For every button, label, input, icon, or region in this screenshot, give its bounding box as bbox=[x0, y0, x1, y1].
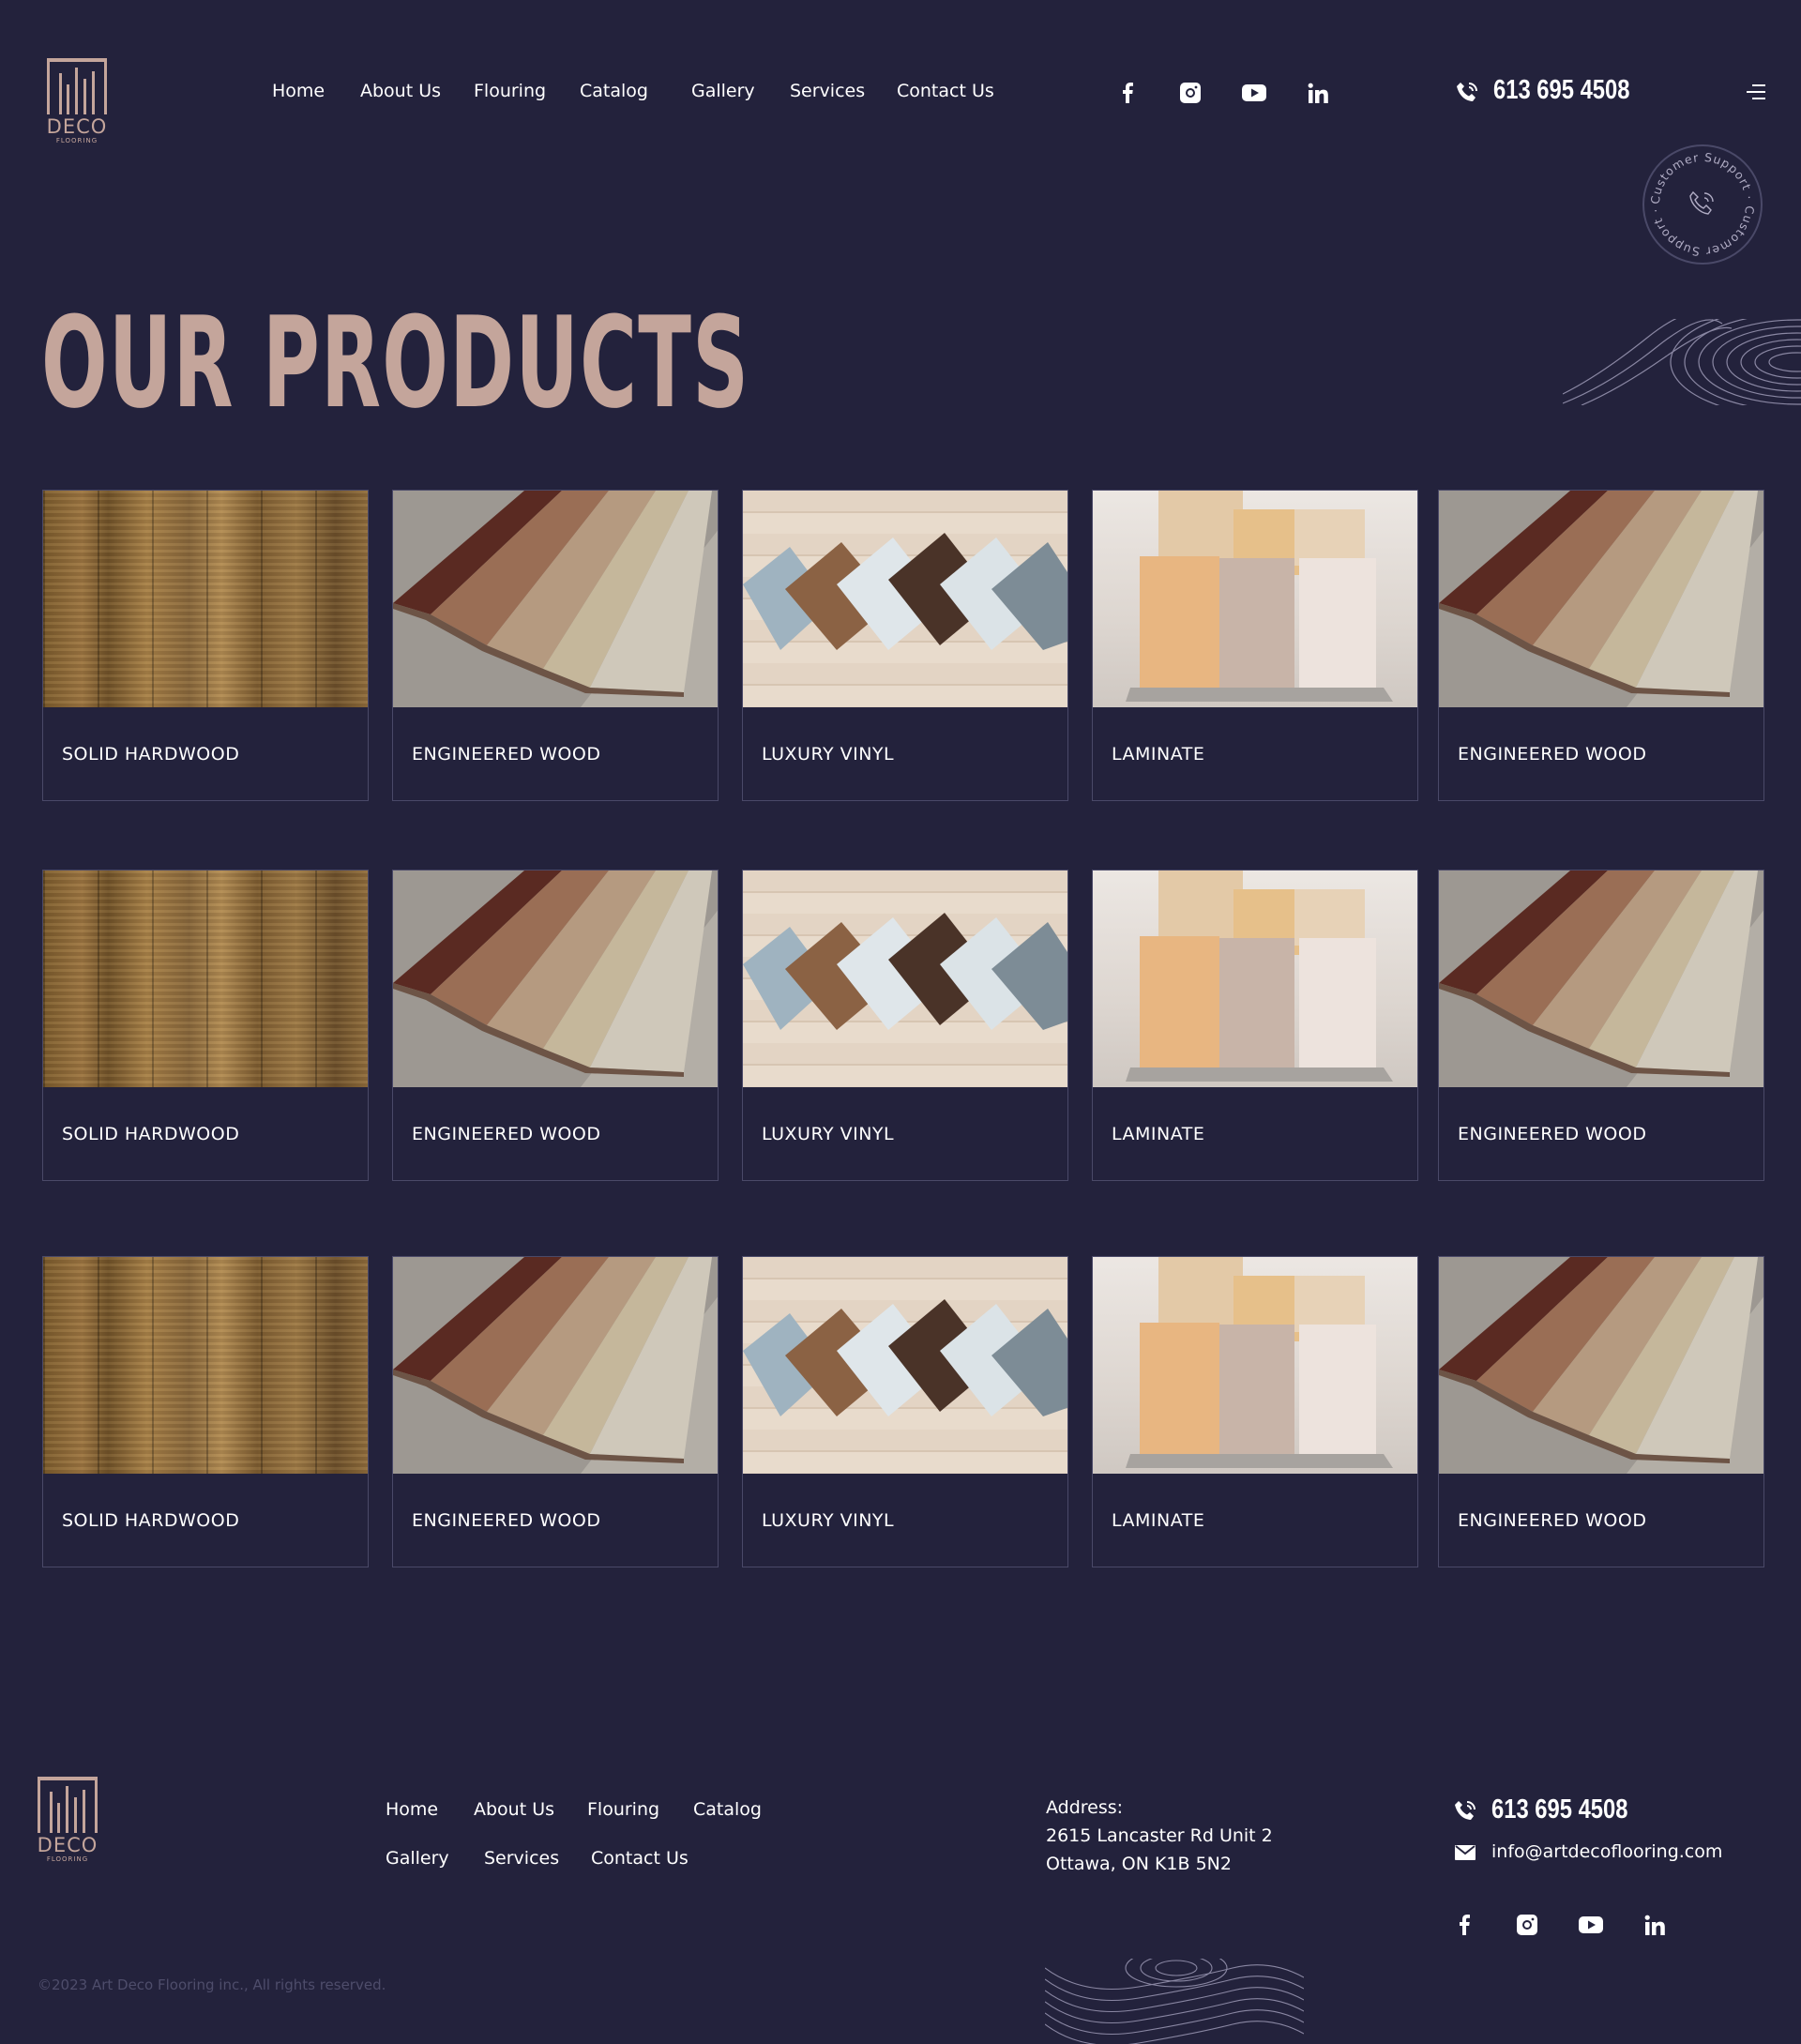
nav-catalog[interactable]: Catalog bbox=[580, 81, 648, 101]
address-label: Address: bbox=[1046, 1797, 1124, 1818]
product-image-engineered-wood bbox=[1439, 871, 1763, 1087]
footer-wood-grain-decoration bbox=[1045, 1959, 1304, 2044]
facebook-icon[interactable] bbox=[1114, 80, 1141, 106]
footer-logo[interactable]: DECO FLOORING bbox=[35, 1777, 100, 1863]
product-image-engineered-wood bbox=[393, 491, 718, 707]
mail-icon bbox=[1455, 1844, 1476, 1865]
product-label: SOLID HARDWOOD bbox=[62, 1124, 240, 1144]
product-card-engineered-wood[interactable]: ENGINEERED WOOD bbox=[392, 490, 719, 801]
product-card-laminate[interactable]: LAMINATE bbox=[1092, 1256, 1418, 1567]
product-card-engineered-wood[interactable]: ENGINEERED WOOD bbox=[392, 1256, 719, 1567]
footer-linkedin-icon[interactable] bbox=[1642, 1912, 1668, 1938]
product-label: SOLID HARDWOOD bbox=[62, 1510, 240, 1531]
product-image-engineered-wood bbox=[393, 871, 718, 1087]
footer-nav-about-us[interactable]: About Us bbox=[474, 1799, 554, 1820]
support-badge-text: Customer Support · Customer Support · bbox=[1648, 150, 1756, 259]
product-label: LAMINATE bbox=[1112, 1510, 1205, 1531]
product-card-engineered-wood[interactable]: ENGINEERED WOOD bbox=[392, 870, 719, 1181]
product-image-laminate bbox=[1093, 871, 1417, 1087]
product-image-laminate bbox=[1093, 1257, 1417, 1474]
product-card-engineered-wood[interactable]: ENGINEERED WOOD bbox=[1438, 1256, 1764, 1567]
footer-nav-services[interactable]: Services bbox=[484, 1848, 559, 1869]
header-phone-icon bbox=[1455, 81, 1479, 109]
footer-logo-subtitle: FLOORING bbox=[46, 1855, 89, 1863]
linkedin-icon[interactable] bbox=[1305, 80, 1331, 106]
product-label: ENGINEERED WOOD bbox=[412, 1124, 601, 1144]
product-image-luxury-vinyl bbox=[743, 491, 1067, 707]
product-image-laminate bbox=[1093, 491, 1417, 707]
product-label: LUXURY VINYL bbox=[762, 1124, 895, 1144]
product-label: ENGINEERED WOOD bbox=[1458, 1124, 1647, 1144]
footer-instagram-icon[interactable] bbox=[1514, 1912, 1540, 1938]
product-label: ENGINEERED WOOD bbox=[412, 1510, 601, 1531]
product-image-luxury-vinyl bbox=[743, 1257, 1067, 1474]
product-card-solid-hardwood[interactable]: SOLID HARDWOOD bbox=[42, 870, 369, 1181]
product-image-solid-hardwood bbox=[43, 491, 368, 707]
product-image-engineered-wood bbox=[1439, 491, 1763, 707]
footer-address: Address: 2615 Lancaster Rd Unit 2 Ottawa… bbox=[1046, 1794, 1273, 1878]
product-image-solid-hardwood bbox=[43, 871, 368, 1087]
footer-nav-flouring[interactable]: Flouring bbox=[587, 1799, 659, 1820]
product-label: ENGINEERED WOOD bbox=[1458, 1510, 1647, 1531]
nav-flouring[interactable]: Flouring bbox=[474, 81, 546, 101]
header-phone-number[interactable]: 613 695 4508 bbox=[1493, 75, 1629, 106]
product-card-luxury-vinyl[interactable]: LUXURY VINYL bbox=[742, 1256, 1068, 1567]
product-card-laminate[interactable]: LAMINATE bbox=[1092, 870, 1418, 1181]
nav-contact-us[interactable]: Contact Us bbox=[897, 81, 994, 101]
product-label: LAMINATE bbox=[1112, 744, 1205, 765]
product-label: LAMINATE bbox=[1112, 1124, 1205, 1144]
wood-grain-decoration bbox=[1563, 319, 1801, 405]
product-label: SOLID HARDWOOD bbox=[62, 744, 240, 765]
product-card-engineered-wood[interactable]: ENGINEERED WOOD bbox=[1438, 490, 1764, 801]
product-card-solid-hardwood[interactable]: SOLID HARDWOOD bbox=[42, 1256, 369, 1567]
product-card-engineered-wood[interactable]: ENGINEERED WOOD bbox=[1438, 870, 1764, 1181]
footer-nav-catalog[interactable]: Catalog bbox=[693, 1799, 762, 1820]
footer-facebook-icon[interactable] bbox=[1451, 1912, 1477, 1938]
address-line-2: Ottawa, ON K1B 5N2 bbox=[1046, 1854, 1232, 1874]
nav-services[interactable]: Services bbox=[790, 81, 865, 101]
footer-logo-mark-icon bbox=[38, 1777, 98, 1833]
product-label: ENGINEERED WOOD bbox=[412, 744, 601, 765]
product-label: ENGINEERED WOOD bbox=[1458, 744, 1647, 765]
product-image-engineered-wood bbox=[1439, 1257, 1763, 1474]
logo-subtitle: FLOORING bbox=[55, 137, 98, 144]
footer-youtube-icon[interactable] bbox=[1578, 1912, 1604, 1938]
product-card-solid-hardwood[interactable]: SOLID HARDWOOD bbox=[42, 490, 369, 801]
copyright: ©2023 Art Deco Flooring inc., All rights… bbox=[38, 1976, 386, 1993]
instagram-icon[interactable] bbox=[1177, 80, 1203, 106]
page-title: OUR PRODUCTS bbox=[41, 290, 750, 436]
product-label: LUXURY VINYL bbox=[762, 1510, 895, 1531]
footer-nav-gallery[interactable]: Gallery bbox=[386, 1848, 449, 1869]
footer-logo-word: DECO bbox=[37, 1834, 98, 1856]
footer-email[interactable]: info@artdecoflooring.com bbox=[1491, 1838, 1722, 1866]
customer-support-badge[interactable]: Customer Support · Customer Support · bbox=[1642, 144, 1763, 265]
logo-word: DECO bbox=[46, 115, 108, 138]
header-logo[interactable]: DECO FLOORING bbox=[44, 58, 110, 144]
product-card-laminate[interactable]: LAMINATE bbox=[1092, 490, 1418, 801]
logo-mark-icon bbox=[47, 58, 107, 114]
address-line-1: 2615 Lancaster Rd Unit 2 bbox=[1046, 1825, 1273, 1846]
nav-about-us[interactable]: About Us bbox=[360, 81, 441, 101]
product-card-luxury-vinyl[interactable]: LUXURY VINYL bbox=[742, 870, 1068, 1181]
product-image-solid-hardwood bbox=[43, 1257, 368, 1474]
nav-home[interactable]: Home bbox=[272, 81, 325, 101]
product-image-engineered-wood bbox=[393, 1257, 718, 1474]
youtube-icon[interactable] bbox=[1241, 80, 1267, 106]
menu-icon[interactable] bbox=[1745, 84, 1765, 99]
nav-gallery[interactable]: Gallery bbox=[691, 81, 755, 101]
product-image-luxury-vinyl bbox=[743, 871, 1067, 1087]
footer-nav-home[interactable]: Home bbox=[386, 1799, 438, 1820]
footer-phone-number[interactable]: 613 695 4508 bbox=[1491, 1794, 1627, 1825]
product-label: LUXURY VINYL bbox=[762, 744, 895, 765]
product-card-luxury-vinyl[interactable]: LUXURY VINYL bbox=[742, 490, 1068, 801]
footer-phone-icon bbox=[1453, 1799, 1477, 1827]
support-phone-icon bbox=[1689, 190, 1714, 215]
footer-nav-contact-us[interactable]: Contact Us bbox=[591, 1848, 689, 1869]
svg-text:Customer Support · Customer Su: Customer Support · Customer Support · bbox=[1648, 150, 1757, 259]
